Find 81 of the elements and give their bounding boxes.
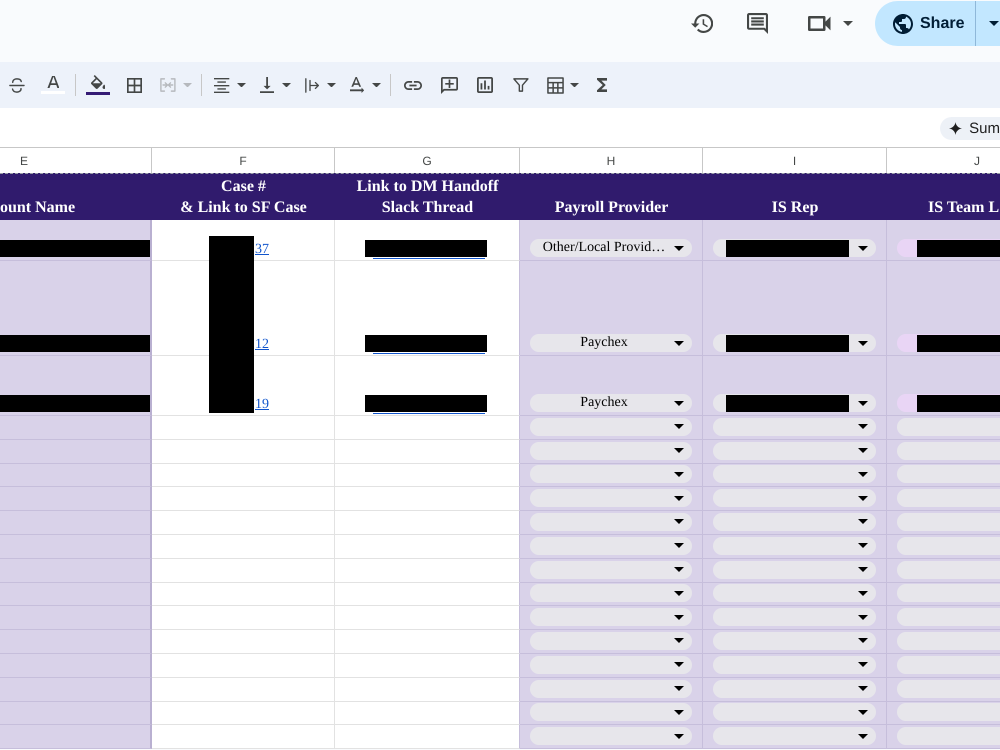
strikethrough-icon (9, 78, 25, 92)
caret-icon (183, 82, 192, 88)
caret-icon (237, 82, 246, 88)
caret-icon (674, 543, 684, 548)
caret-icon (989, 21, 999, 26)
dropdown-chip[interactable] (713, 394, 876, 412)
filter-icon (513, 78, 529, 92)
caret-icon (858, 472, 868, 477)
link-icon (404, 80, 422, 90)
caret-icon (372, 82, 381, 88)
table-icon (546, 76, 564, 94)
caret-icon (842, 20, 852, 26)
caret-icon (858, 614, 868, 620)
caret-icon (858, 567, 868, 572)
letter-a-icon (46, 76, 60, 88)
case-link[interactable]: 19 (255, 396, 269, 414)
dropdown-chip[interactable] (897, 239, 1000, 257)
redacted-link[interactable] (365, 335, 487, 354)
caret-icon (674, 638, 684, 644)
merge-icon (160, 78, 176, 92)
sparkle-icon (949, 122, 962, 135)
caret-icon (858, 424, 868, 430)
sigma-icon (596, 78, 608, 92)
wrap-icon (304, 78, 320, 92)
case-link[interactable]: 37 (255, 241, 269, 259)
share-button[interactable]: Share (875, 1, 975, 46)
dropdown-chip[interactable] (897, 334, 1000, 352)
caret-icon (674, 496, 684, 501)
caret-icon (570, 82, 579, 88)
caret-icon (858, 400, 868, 406)
caret-icon (858, 590, 868, 596)
caret-icon (858, 638, 868, 644)
dropdown-chip[interactable]: Paychex (530, 394, 692, 412)
caret-icon (674, 710, 684, 715)
caret-icon (858, 686, 868, 692)
history-icon (690, 14, 714, 32)
caret-icon (858, 448, 868, 454)
dropdown-chip[interactable]: Paychex (530, 334, 692, 352)
summarize-button[interactable]: Sum (940, 117, 1000, 140)
paint-bucket-icon (90, 75, 106, 89)
caret-icon (674, 400, 684, 406)
caret-icon (674, 519, 684, 524)
caret-icon (858, 340, 868, 346)
caret-icon (858, 710, 868, 715)
caret-icon (674, 472, 684, 477)
caret-icon (674, 662, 684, 668)
align-center-icon (214, 78, 230, 92)
caret-icon (674, 567, 684, 572)
chart-icon (477, 77, 493, 93)
video-camera-icon (808, 16, 830, 30)
add-comment-icon (440, 76, 458, 94)
column-letter[interactable]: J (887, 148, 1000, 173)
caret-icon (327, 82, 336, 88)
caret-icon (282, 82, 291, 88)
caret-icon (674, 734, 684, 739)
comment-icon (746, 12, 768, 34)
caret-icon (674, 448, 684, 454)
caret-icon (858, 519, 868, 524)
case-link[interactable]: 12 (255, 336, 269, 354)
rotation-icon (350, 77, 364, 93)
caret-icon (674, 340, 684, 346)
caret-icon (674, 614, 684, 620)
share-menu-button[interactable] (975, 1, 1000, 46)
dropdown-chip[interactable]: Other/Local Provid… (530, 239, 692, 257)
dropdown-chip[interactable] (713, 239, 876, 257)
align-bottom-icon (260, 77, 274, 93)
caret-icon (858, 734, 868, 739)
caret-icon (674, 686, 684, 692)
globe-icon (893, 14, 913, 34)
redacted-link[interactable] (365, 240, 487, 259)
dropdown-chip[interactable] (713, 334, 876, 352)
caret-icon (674, 424, 684, 430)
grid-icon (126, 78, 142, 92)
redacted-link[interactable] (365, 395, 487, 414)
caret-icon (674, 246, 684, 250)
caret-icon (858, 662, 868, 668)
caret-icon (858, 543, 868, 548)
caret-icon (674, 590, 684, 596)
caret-icon (858, 246, 868, 250)
caret-icon (858, 496, 868, 501)
dropdown-chip[interactable] (897, 394, 1000, 412)
